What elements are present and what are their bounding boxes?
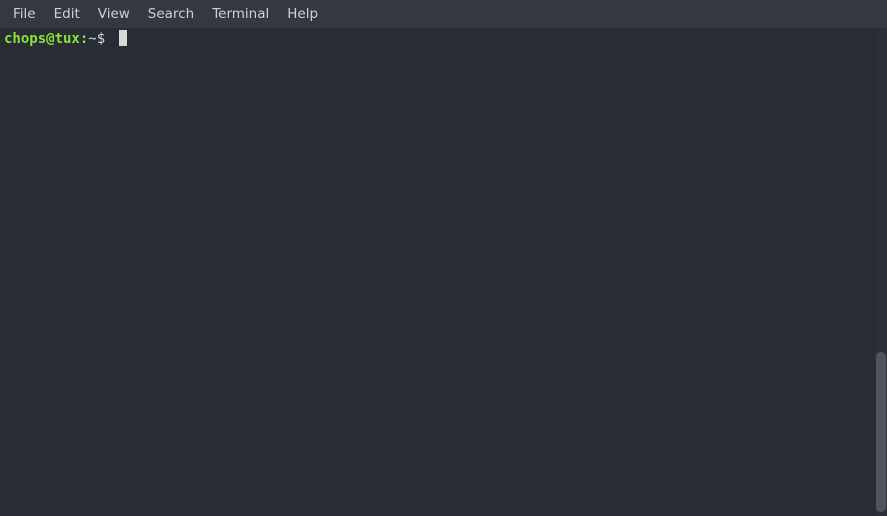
- prompt-line: chops@tux:~$: [4, 30, 871, 48]
- prompt-sigil: $: [97, 30, 114, 48]
- menu-terminal[interactable]: Terminal: [203, 2, 278, 26]
- menubar: File Edit View Search Terminal Help: [0, 0, 887, 28]
- prompt-separator: :: [80, 30, 88, 48]
- terminal-area[interactable]: chops@tux:~$: [0, 28, 875, 516]
- menu-file[interactable]: File: [4, 2, 45, 26]
- menu-view[interactable]: View: [89, 2, 139, 26]
- menu-help[interactable]: Help: [278, 2, 327, 26]
- scrollbar-thumb[interactable]: [876, 352, 886, 512]
- prompt-path: ~: [88, 30, 96, 48]
- menu-search[interactable]: Search: [139, 2, 203, 26]
- prompt-user-host: chops@tux: [4, 30, 80, 48]
- scrollbar-track[interactable]: [875, 28, 887, 516]
- menu-edit[interactable]: Edit: [45, 2, 89, 26]
- cursor-icon: [119, 30, 127, 46]
